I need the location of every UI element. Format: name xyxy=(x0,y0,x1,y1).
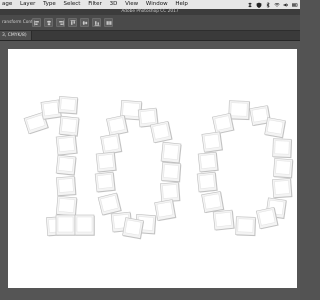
align-left-edges-icon[interactable] xyxy=(32,18,41,27)
photo-frame xyxy=(55,154,77,176)
menubar-status-icons xyxy=(247,0,298,9)
menu-help[interactable]: Help xyxy=(175,1,188,7)
photo-frame xyxy=(97,192,122,216)
photo-frame xyxy=(100,133,123,156)
align-vertical-centers-icon[interactable] xyxy=(80,18,89,27)
align-bottom-edges-icon[interactable] xyxy=(92,18,101,27)
photo-frame xyxy=(201,131,224,153)
document-canvas[interactable] xyxy=(8,49,297,288)
photo-frame xyxy=(58,96,79,115)
photo-frame xyxy=(235,216,257,237)
photo-frame xyxy=(55,214,76,236)
photo-frame xyxy=(149,120,173,144)
photo-frame xyxy=(160,182,181,203)
photo-frame xyxy=(197,151,219,173)
photo-frame xyxy=(56,176,77,197)
photo-frame xyxy=(94,171,116,193)
menu-view[interactable]: View xyxy=(125,1,138,7)
document-tab-label: 3, CMYK/8) xyxy=(2,33,27,38)
photo-frame xyxy=(122,217,145,240)
photo-frame xyxy=(95,151,117,173)
photo-frame xyxy=(272,138,293,159)
menu-3d[interactable]: 3D xyxy=(110,1,118,7)
photo-frame xyxy=(196,171,218,193)
photo-frame xyxy=(272,178,293,199)
document-tab[interactable]: 3, CMYK/8) xyxy=(0,31,32,40)
photo-frame xyxy=(212,112,235,135)
photo-frame xyxy=(228,100,251,121)
photo-frame xyxy=(264,117,286,139)
menu-filter[interactable]: Filter xyxy=(88,1,102,7)
menu-layer[interactable]: Layer xyxy=(20,1,35,7)
photo-frame xyxy=(212,209,235,231)
menu-items: age Layer Type Select Filter 3D View Win… xyxy=(2,0,194,9)
window-title: Adobe Photoshop CC 2017 xyxy=(121,9,179,14)
menu-image[interactable]: age xyxy=(2,1,12,7)
photo-frame xyxy=(55,195,78,217)
battery-icon[interactable] xyxy=(292,2,298,8)
photo-frame xyxy=(161,162,182,183)
options-bar: ransform Controls xyxy=(0,15,300,31)
menu-type[interactable]: Type xyxy=(43,1,56,7)
volume-icon[interactable] xyxy=(283,2,289,8)
document-tab-bar: 3, CMYK/8) xyxy=(0,31,300,41)
photo-frame xyxy=(201,191,225,214)
photo-frame xyxy=(160,141,182,164)
bluetooth-icon[interactable] xyxy=(265,1,271,8)
align-right-edges-icon[interactable] xyxy=(56,18,65,27)
align-tools xyxy=(32,18,113,27)
align-horizontal-centers-icon[interactable] xyxy=(44,18,53,27)
shield-icon[interactable] xyxy=(256,2,262,8)
photo-frame xyxy=(154,199,177,222)
menu-window[interactable]: Window xyxy=(146,1,168,7)
photo-frame xyxy=(58,115,80,137)
distribute-icon[interactable] xyxy=(104,18,113,27)
menu-select[interactable]: Select xyxy=(63,1,80,7)
dropbox-icon[interactable] xyxy=(247,2,253,8)
photo-frame xyxy=(106,114,129,137)
align-top-edges-icon[interactable] xyxy=(68,18,77,27)
photo-frame xyxy=(255,206,279,230)
photo-frame xyxy=(74,214,95,236)
wifi-icon[interactable] xyxy=(274,2,280,8)
photo-frame xyxy=(273,158,294,179)
photo-collage-100 xyxy=(23,96,294,240)
photo-frame xyxy=(55,134,78,156)
